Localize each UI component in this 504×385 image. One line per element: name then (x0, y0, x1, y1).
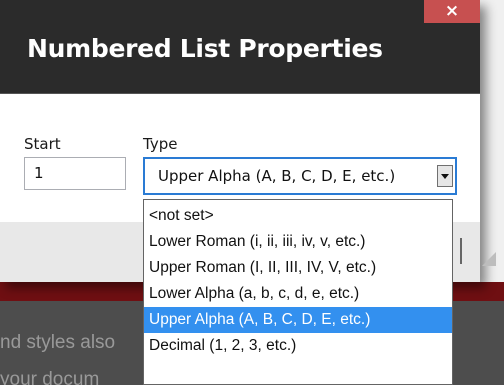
type-dropdown-list[interactable]: <not set> Lower Roman (i, ii, iii, iv, v… (143, 199, 453, 385)
dialog-titlebar: Numbered List Properties × (0, 0, 480, 94)
chevron-down-icon[interactable] (437, 165, 453, 187)
type-select-value: Upper Alpha (A, B, C, D, E, etc.) (158, 167, 396, 185)
dropdown-option-upper-roman[interactable]: Upper Roman (I, II, III, IV, V, etc.) (144, 255, 452, 281)
dropdown-option-upper-alpha[interactable]: Upper Alpha (A, B, C, D, E, etc.) (144, 307, 452, 333)
start-label: Start (24, 135, 61, 153)
dropdown-option-lower-alpha[interactable]: Lower Alpha (a, b, c, d, e, etc.) (144, 281, 452, 307)
resize-grip-icon[interactable] (482, 252, 496, 266)
start-input[interactable]: 1 (24, 157, 126, 190)
dropdown-option-not-set[interactable]: <not set> (144, 203, 452, 229)
type-select[interactable]: Upper Alpha (A, B, C, D, E, etc.) (143, 157, 457, 195)
type-label: Type (143, 135, 178, 153)
screenshot-frame: nd styles also your docum Numbered List … (0, 0, 504, 385)
dropdown-option-lower-roman[interactable]: Lower Roman (i, ii, iii, iv, v, etc.) (144, 229, 452, 255)
close-button[interactable]: × (424, 0, 480, 23)
dropdown-option-decimal[interactable]: Decimal (1, 2, 3, etc.) (144, 333, 452, 359)
dialog-title: Numbered List Properties (27, 34, 383, 63)
background-text-line-1: nd styles also (0, 332, 116, 353)
background-text-line-2: your docum (0, 369, 100, 385)
